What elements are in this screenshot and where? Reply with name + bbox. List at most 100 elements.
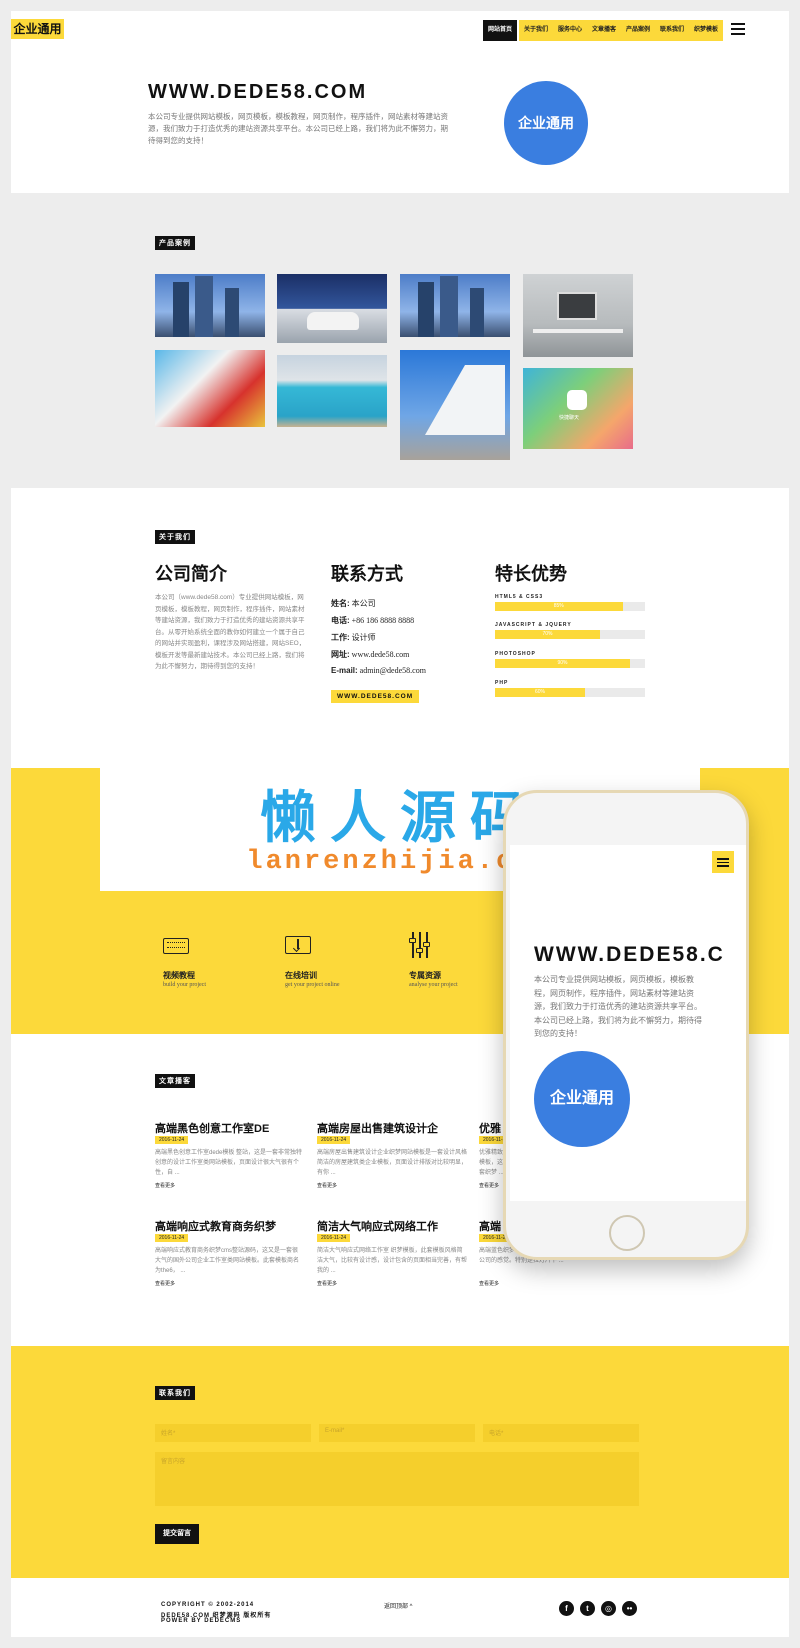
phone-circle-badge[interactable]: 企业通用 (534, 1051, 630, 1147)
keyboard-icon (163, 938, 189, 954)
skill-bar-fill: 60% (495, 688, 585, 697)
city-towers-photo[interactable] (155, 274, 265, 337)
contact-site-button[interactable]: WWW.DEDE58.COM (331, 690, 420, 703)
blog-read-more[interactable]: 查看更多 (155, 1182, 175, 1189)
phone-menu-button[interactable] (712, 851, 734, 873)
sliders-icon (409, 932, 431, 958)
app-icon (567, 390, 587, 410)
nav-service[interactable]: 服务中心 (553, 20, 587, 41)
skill-bar-track: 60% (495, 688, 645, 697)
contact-name: 姓名: 本公司 (331, 599, 376, 608)
app-icon-photo[interactable]: 快捷聊天 (523, 368, 633, 449)
blog-post-date: 2016-11-24 (155, 1234, 189, 1242)
modern-building-photo[interactable] (400, 350, 510, 460)
twitter-icon[interactable]: t (580, 1601, 595, 1616)
submit-button[interactable]: 提交留言 (155, 1524, 199, 1544)
blog-read-more[interactable]: 查看更多 (155, 1280, 175, 1287)
nav-blog[interactable]: 文章播客 (587, 20, 621, 41)
name-field[interactable]: 姓名* (155, 1424, 311, 1442)
blog-post-title[interactable]: 高端黑色创意工作室DE (155, 1120, 269, 1136)
blog-post-title[interactable]: 高端响应式教育商务织梦 (155, 1218, 276, 1234)
blog-post-excerpt: 高端黑色创意工作室dede模板 整站，这是一套非常独特创意的设计工作室类网站模板… (155, 1150, 303, 1176)
phone-description: 本公司专业提供网站模板，网页模板，模板教程，网页制作，程序插件，网站素材等建站资… (534, 975, 702, 1038)
blog-post-title[interactable]: 高端房屋出售建筑设计企 (317, 1120, 438, 1136)
copyright-line-3: POWER BY DEDECMS (161, 1618, 242, 1624)
blog-tag: 文章播客 (155, 1074, 195, 1088)
infinity-pool-photo[interactable] (277, 355, 387, 427)
products-tag: 产品案例 (155, 236, 195, 250)
skill-bar-track: 85% (495, 602, 645, 611)
flickr-icon[interactable]: •• (622, 1601, 637, 1616)
monitor-download-icon (285, 936, 311, 954)
hero-description: 本公司专业提供网站模板，网页模板，模板教程，网页制作，程序插件，网站素材等建站资… (148, 112, 448, 145)
blog-read-more[interactable]: 查看更多 (317, 1280, 337, 1287)
intro-text: 本公司（www.dede58.com）专业提供网站模板，网页模板，模板教程，网页… (155, 594, 306, 670)
skill-bar-fill: 85% (495, 602, 623, 611)
city-towers-photo-2[interactable] (400, 274, 510, 337)
skill-label: HTML5 & CSS3 (495, 594, 544, 600)
service-subtitle: get your project online (285, 982, 340, 988)
skill-bar-fill: 90% (495, 659, 630, 668)
intro-title: 公司简介 (155, 564, 227, 584)
nav-templates[interactable]: 织梦模板 (689, 20, 723, 41)
footer: COPYRIGHT © 2002-2014 DEDE58.COM 织梦源码 版权… (11, 1578, 789, 1637)
blog-post-excerpt: 简洁大气响应式网络工作室 织梦模板，此套模板风格简洁大气，比较有设计感，设计包含… (317, 1248, 468, 1274)
header-hero-section: 企业通用 网站首页 关于我们 服务中心 文章播客 产品案例 联系我们 织梦模板 … (11, 11, 789, 193)
contact-form-section: 联系我们 姓名* E-mail* 电话* 留言内容 提交留言 (11, 1346, 789, 1578)
hero-title: WWW.DEDE58.COM (148, 81, 368, 103)
phone-home-button[interactable] (609, 1215, 645, 1251)
blog-post-title[interactable]: 高端 (479, 1218, 501, 1234)
about-tag: 关于我们 (155, 530, 195, 544)
phone-mockup: WWW.DEDE58.C 本公司专业提供网站模板，网页模板，模板教程，网页制作，… (503, 790, 749, 1260)
skill-label: PHOTOSHOP (495, 651, 536, 657)
colorful-houses-photo[interactable] (155, 350, 265, 427)
contact-website[interactable]: 网址: www.dede58.com (331, 649, 409, 660)
copyright-line-1: COPYRIGHT © 2002-2014 (161, 1602, 255, 1608)
contact-title: 联系方式 (331, 564, 403, 584)
nav-contact[interactable]: 联系我们 (655, 20, 689, 41)
phone-title: WWW.DEDE58.C (534, 943, 725, 966)
blog-post-date: 2016-11-24 (317, 1234, 351, 1242)
service-subtitle: build your project (163, 982, 206, 988)
contact-phone: 电话: +86 186 8888 8888 (331, 616, 415, 625)
phone-screen: WWW.DEDE58.C 本公司专业提供网站模板，网页模板，模板教程，网页制作，… (510, 845, 746, 1201)
message-field[interactable]: 留言内容 (155, 1452, 639, 1506)
dribbble-icon[interactable]: ◎ (601, 1601, 616, 1616)
contact-email[interactable]: E-mail: admin@dede58.com (331, 666, 426, 675)
email-field[interactable]: E-mail* (319, 1424, 475, 1442)
blog-post-title[interactable]: 简洁大气响应式网络工作 (317, 1218, 438, 1234)
skills-title: 特长优势 (495, 564, 567, 584)
hero-circle-badge[interactable]: 企业通用 (504, 81, 588, 165)
contact-job: 工作: 设计师 (331, 633, 376, 642)
contact-form-tag: 联系我们 (155, 1386, 195, 1400)
about-section: 关于我们 公司简介 本公司（www.dede58.com）专业提供网站模板，网页… (11, 488, 789, 768)
skill-bar-fill: 70% (495, 630, 600, 639)
blog-post-title[interactable]: 优雅 (479, 1120, 501, 1136)
blog-post-date: 2016-11-24 (155, 1136, 189, 1144)
service-title: 在线培训 (285, 971, 317, 980)
blog-read-more[interactable]: 查看更多 (479, 1280, 499, 1287)
nav-about[interactable]: 关于我们 (519, 20, 553, 41)
blog-post-date: 2016-11-24 (317, 1136, 351, 1144)
service-title: 专属资源 (409, 971, 441, 980)
skill-bar-track: 70% (495, 630, 645, 639)
nav-home[interactable]: 网站首页 (483, 20, 517, 41)
white-sportscar-photo[interactable] (277, 274, 387, 343)
blog-post-excerpt: 高端房屋出售建筑设计企业织梦网站模板是一套设计风格简洁的房屋建筑类企业模板，页面… (317, 1150, 468, 1176)
blog-post-excerpt: 高端响应式教育商务织梦cms整站源码，这又是一套很大气的国外公司企业工作室类网站… (155, 1248, 300, 1274)
facebook-icon[interactable]: f (559, 1601, 574, 1616)
menu-icon[interactable] (731, 23, 745, 35)
skill-label: PHP (495, 680, 509, 686)
site-logo[interactable]: 企业通用 (11, 19, 64, 39)
app-caption: 快捷聊天 (559, 415, 580, 421)
service-title: 视频教程 (163, 971, 195, 980)
desk-workspace-photo[interactable] (523, 274, 633, 357)
nav-products[interactable]: 产品案例 (621, 20, 655, 41)
back-to-top-link[interactable]: 返回顶部 ^ (384, 1601, 412, 1610)
skill-bar-track: 90% (495, 659, 645, 668)
skill-label: JAVASCRIPT & JQUERY (495, 622, 572, 628)
blog-read-more[interactable]: 查看更多 (479, 1182, 499, 1189)
phone-field[interactable]: 电话* (483, 1424, 639, 1442)
blog-read-more[interactable]: 查看更多 (317, 1182, 337, 1189)
service-subtitle: analyse your project (409, 982, 458, 988)
